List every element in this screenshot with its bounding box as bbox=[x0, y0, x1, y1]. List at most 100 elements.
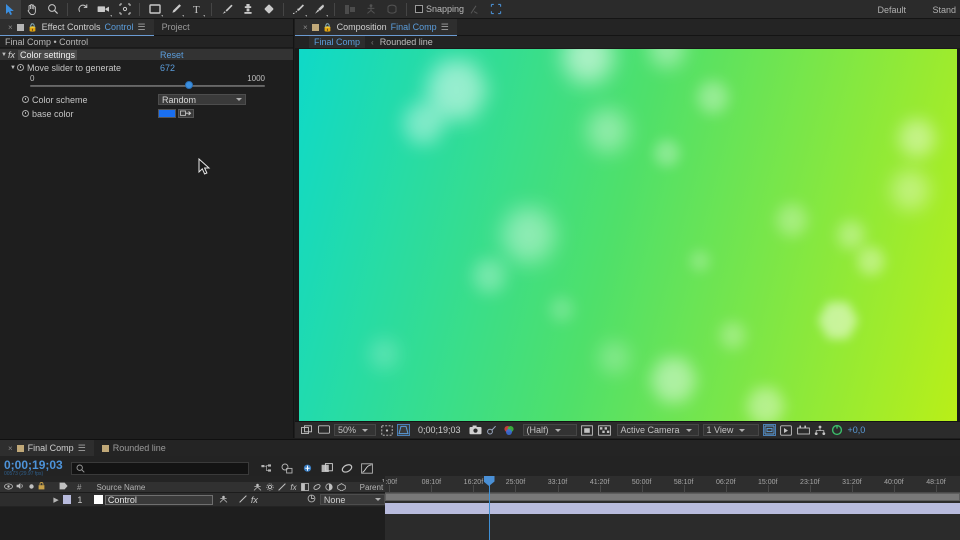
monitor-icon[interactable] bbox=[317, 424, 330, 436]
comp-mini-flowchart-icon[interactable] bbox=[261, 462, 274, 475]
region-interest-toggle-icon[interactable] bbox=[581, 424, 594, 436]
source-name-column-header[interactable]: Source Name bbox=[96, 483, 145, 492]
camera-select[interactable]: Active Camera bbox=[616, 424, 699, 436]
lock-column-icon[interactable] bbox=[38, 482, 45, 492]
snapshot-icon[interactable] bbox=[469, 424, 482, 436]
timeline-timecode[interactable]: 0;00;19;03 bbox=[0, 459, 63, 471]
stopwatch-icon-basecolor[interactable] bbox=[22, 110, 29, 117]
puppet-pin-tool[interactable] bbox=[309, 0, 330, 19]
slider-knob[interactable] bbox=[184, 81, 193, 89]
graph-editor-icon[interactable] bbox=[361, 462, 374, 475]
reset-button[interactable]: Reset bbox=[160, 50, 184, 60]
eye-icon[interactable] bbox=[4, 483, 13, 492]
breadcrumb-final-comp[interactable]: Final Comp bbox=[309, 36, 366, 48]
parent-pickwhip-icon[interactable] bbox=[307, 494, 316, 505]
close-icon-comp[interactable]: × bbox=[303, 23, 308, 32]
clone-stamp-tool[interactable] bbox=[237, 0, 258, 19]
workspace-default[interactable]: Default bbox=[877, 0, 906, 19]
tab-timeline-final-comp[interactable]: × Final Comp ☰ bbox=[0, 440, 94, 457]
exposure-value[interactable]: +0,0 bbox=[848, 425, 866, 435]
always-preview-icon[interactable] bbox=[300, 424, 313, 436]
eyedropper-icon[interactable] bbox=[178, 109, 194, 118]
color-scheme-dropdown[interactable]: Random bbox=[158, 94, 246, 105]
property-value-generate[interactable]: 672 bbox=[160, 63, 175, 73]
show-snapshot-icon[interactable] bbox=[486, 424, 499, 436]
tab-project[interactable]: Project bbox=[153, 19, 198, 35]
type-tool[interactable]: T bbox=[186, 0, 207, 19]
disclosure-triangle-icon[interactable]: ▼ bbox=[0, 52, 8, 58]
close-icon-timeline[interactable]: × bbox=[8, 444, 13, 453]
composition-viewer[interactable] bbox=[295, 49, 960, 421]
align-panel-icon[interactable] bbox=[339, 0, 360, 19]
tab-composition[interactable]: × 🔒 Composition Final Comp ☰ bbox=[295, 19, 457, 36]
roto-brush-tool[interactable] bbox=[288, 0, 309, 19]
panel-menu-icon[interactable]: ☰ bbox=[138, 22, 146, 33]
effect-header-row[interactable]: ▼ fx Color settings Reset bbox=[0, 49, 293, 60]
grid-guides-icon[interactable] bbox=[380, 424, 393, 436]
workspace-standard[interactable]: Stand bbox=[932, 0, 956, 19]
base-color-swatch[interactable] bbox=[158, 109, 176, 118]
snapping-toggle[interactable]: Snapping bbox=[411, 4, 464, 14]
tab-effect-controls[interactable]: × 🔒 Effect Controls Control ☰ bbox=[0, 19, 154, 36]
transform-box-icon[interactable] bbox=[485, 0, 506, 19]
timeline-button-icon[interactable] bbox=[796, 424, 810, 436]
property-row-basecolor[interactable]: base color bbox=[0, 107, 293, 120]
local-axis-icon[interactable] bbox=[360, 0, 381, 19]
table-row[interactable]: ▶ 1 Control fx None bbox=[0, 493, 385, 507]
pixel-aspect-correction-icon[interactable] bbox=[762, 424, 776, 436]
comp-flowchart-icon[interactable] bbox=[814, 424, 827, 436]
timecode-block[interactable]: 0;00;19;03 00573 (29.97 fps) bbox=[0, 459, 63, 477]
layer-source-name[interactable]: Control bbox=[104, 494, 213, 505]
hide-shy-layers-icon[interactable] bbox=[301, 462, 314, 475]
selection-tool[interactable] bbox=[0, 0, 21, 19]
view-layout-select[interactable]: 1 View bbox=[702, 424, 759, 436]
timeline-panel-menu-icon[interactable]: ☰ bbox=[78, 443, 86, 454]
pen-tool[interactable] bbox=[165, 0, 186, 19]
zoom-tool[interactable] bbox=[42, 0, 63, 19]
comp-panel-menu-icon[interactable]: ☰ bbox=[441, 22, 449, 33]
rotation-tool[interactable] bbox=[72, 0, 93, 19]
property-row-scheme[interactable]: Color scheme Random bbox=[0, 93, 293, 106]
world-axis-icon[interactable] bbox=[381, 0, 402, 19]
property-disclosure-icon[interactable]: ▼ bbox=[9, 65, 17, 71]
viewer-timecode[interactable]: 0;00;19;03 bbox=[418, 425, 461, 435]
slider-track[interactable] bbox=[30, 85, 265, 87]
timeline-ruler[interactable]: 1:00f 08:10f 16:20f 25:00f 33:10f 41:20f 50:00… bbox=[382, 476, 960, 493]
snapping-checkbox[interactable] bbox=[415, 5, 423, 13]
snap-target-icon[interactable] bbox=[464, 0, 485, 19]
eraser-tool[interactable] bbox=[258, 0, 279, 19]
layer-shy-switch[interactable] bbox=[219, 495, 228, 505]
label-column-icon[interactable] bbox=[59, 482, 68, 492]
audio-icon[interactable] bbox=[16, 482, 25, 492]
search-input[interactable] bbox=[70, 462, 249, 475]
layer-quality-switch[interactable] bbox=[239, 494, 247, 505]
close-icon[interactable]: × bbox=[8, 23, 13, 32]
resolution-select[interactable]: (Half) bbox=[522, 424, 577, 436]
work-area-bar[interactable] bbox=[385, 493, 960, 501]
composition-render[interactable] bbox=[298, 49, 957, 421]
tab-timeline-rounded-line[interactable]: Rounded line bbox=[93, 440, 174, 456]
draft-3d-icon[interactable] bbox=[281, 462, 294, 475]
breadcrumb-rounded-line[interactable]: Rounded line bbox=[380, 37, 433, 47]
motion-blur-icon[interactable] bbox=[341, 462, 354, 475]
stopwatch-icon[interactable] bbox=[17, 64, 24, 71]
layer-expand-icon[interactable]: ▶ bbox=[53, 496, 58, 504]
layer-duration-bar[interactable] bbox=[385, 503, 960, 514]
hand-tool[interactable] bbox=[21, 0, 42, 19]
region-of-interest-icon[interactable] bbox=[397, 424, 410, 436]
layer-label-color[interactable] bbox=[62, 495, 72, 504]
zoom-level-select[interactable]: 50% bbox=[334, 424, 376, 436]
lock-icon-comp[interactable]: 🔒 bbox=[323, 23, 333, 32]
slider-row[interactable]: 0 1000 bbox=[0, 73, 293, 175]
layer-parent-select[interactable]: None bbox=[319, 494, 385, 505]
lock-icon[interactable]: 🔒 bbox=[28, 23, 38, 32]
anchor-point-tool[interactable] bbox=[114, 0, 135, 19]
fast-previews-icon[interactable] bbox=[780, 424, 793, 436]
stopwatch-icon-scheme[interactable] bbox=[22, 96, 29, 103]
reset-exposure-icon[interactable] bbox=[831, 424, 844, 436]
camera-tool[interactable] bbox=[93, 0, 114, 19]
solo-icon[interactable] bbox=[28, 483, 35, 492]
frame-blending-icon[interactable] bbox=[321, 462, 334, 475]
parent-column-header[interactable]: Parent bbox=[360, 483, 384, 492]
transparency-grid-icon[interactable] bbox=[597, 424, 611, 436]
